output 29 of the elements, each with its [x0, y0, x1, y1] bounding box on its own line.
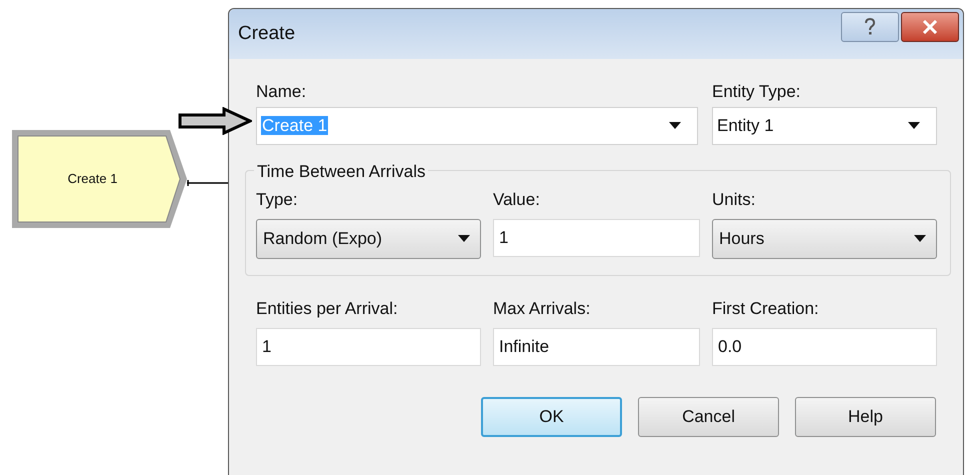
- field-label: Entity Type:: [712, 81, 802, 103]
- field-label: Units:: [712, 189, 756, 211]
- field-value: Hours: [719, 229, 764, 248]
- module-block[interactable]: Create 1: [12, 130, 187, 228]
- field-value: Random (Expo): [263, 229, 382, 248]
- field-value: 1: [262, 337, 272, 356]
- dropdown[interactable]: Random (Expo): [256, 219, 481, 259]
- field-value: Entity 1: [717, 116, 774, 135]
- dialog-button[interactable]: OK: [481, 397, 622, 437]
- input-field[interactable]: 0.0: [712, 328, 937, 366]
- field-label: Entities per Arrival:: [256, 298, 399, 320]
- field-label: First Creation:: [712, 298, 820, 320]
- field-label: Value:: [493, 189, 541, 211]
- combo-box[interactable]: Entity 1: [712, 107, 937, 145]
- input-field[interactable]: 1: [256, 328, 481, 366]
- dropdown[interactable]: Hours: [712, 219, 937, 259]
- window-title: Create: [238, 22, 296, 46]
- field-value: 1: [499, 228, 508, 247]
- field-value: 0.0: [718, 337, 742, 356]
- field-label: Max Arrivals:: [493, 298, 592, 320]
- field-label: Type:: [256, 189, 299, 211]
- input-field[interactable]: Infinite: [493, 328, 700, 366]
- field-value: Infinite: [499, 337, 550, 356]
- module-label: Create 1: [68, 170, 118, 188]
- dialog-button[interactable]: Help: [795, 397, 936, 437]
- input-field[interactable]: 1: [493, 219, 700, 257]
- dialog-button[interactable]: Cancel: [638, 397, 780, 437]
- field-label: Name:: [256, 81, 308, 103]
- selected-text: Create 1: [261, 116, 328, 135]
